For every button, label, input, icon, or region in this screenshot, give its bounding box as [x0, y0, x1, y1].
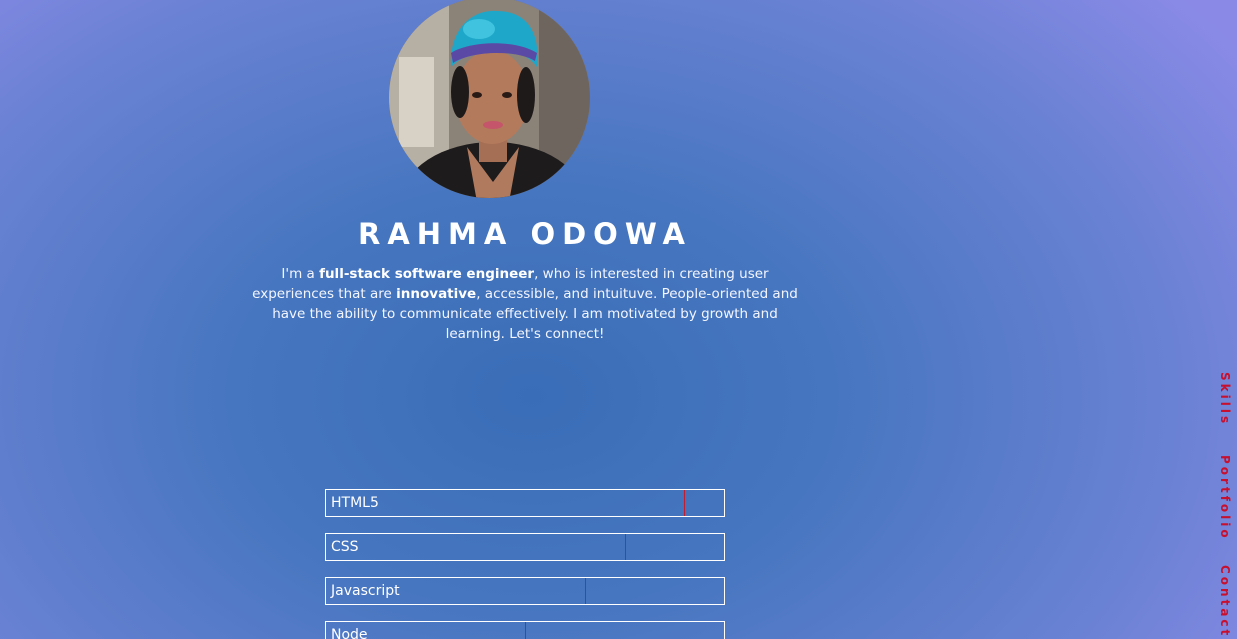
skill-bar-node: Node	[325, 621, 725, 639]
bio-highlight: innovative	[396, 286, 477, 302]
bio-part: I'm a	[281, 266, 320, 282]
bio-highlight: full-stack software engineer	[319, 266, 535, 282]
skill-label: HTML5	[331, 495, 379, 511]
nav-link-portfolio[interactable]: Portfolio	[1218, 455, 1232, 541]
skill-label: Node	[331, 627, 368, 639]
avatar	[389, 0, 590, 198]
side-nav: Skills Portfolio Contact	[1200, 0, 1237, 639]
page-title: RAHMA ODOWA	[358, 217, 692, 251]
nav-link-contact[interactable]: Contact	[1218, 565, 1232, 638]
skill-bar-javascript: Javascript	[325, 577, 725, 605]
nav-link-skills[interactable]: Skills	[1218, 372, 1232, 426]
skill-level	[326, 534, 626, 560]
skill-bar-css: CSS	[325, 533, 725, 561]
skill-bar-html5: HTML5	[325, 489, 725, 517]
skill-level	[326, 490, 686, 516]
profile-photo-icon	[389, 0, 590, 198]
skill-label: CSS	[331, 539, 359, 555]
skill-label: Javascript	[331, 583, 400, 599]
skills-list: HTML5 CSS Javascript Node	[325, 489, 725, 639]
bio-text: I'm a full-stack software engineer, who …	[244, 264, 806, 344]
